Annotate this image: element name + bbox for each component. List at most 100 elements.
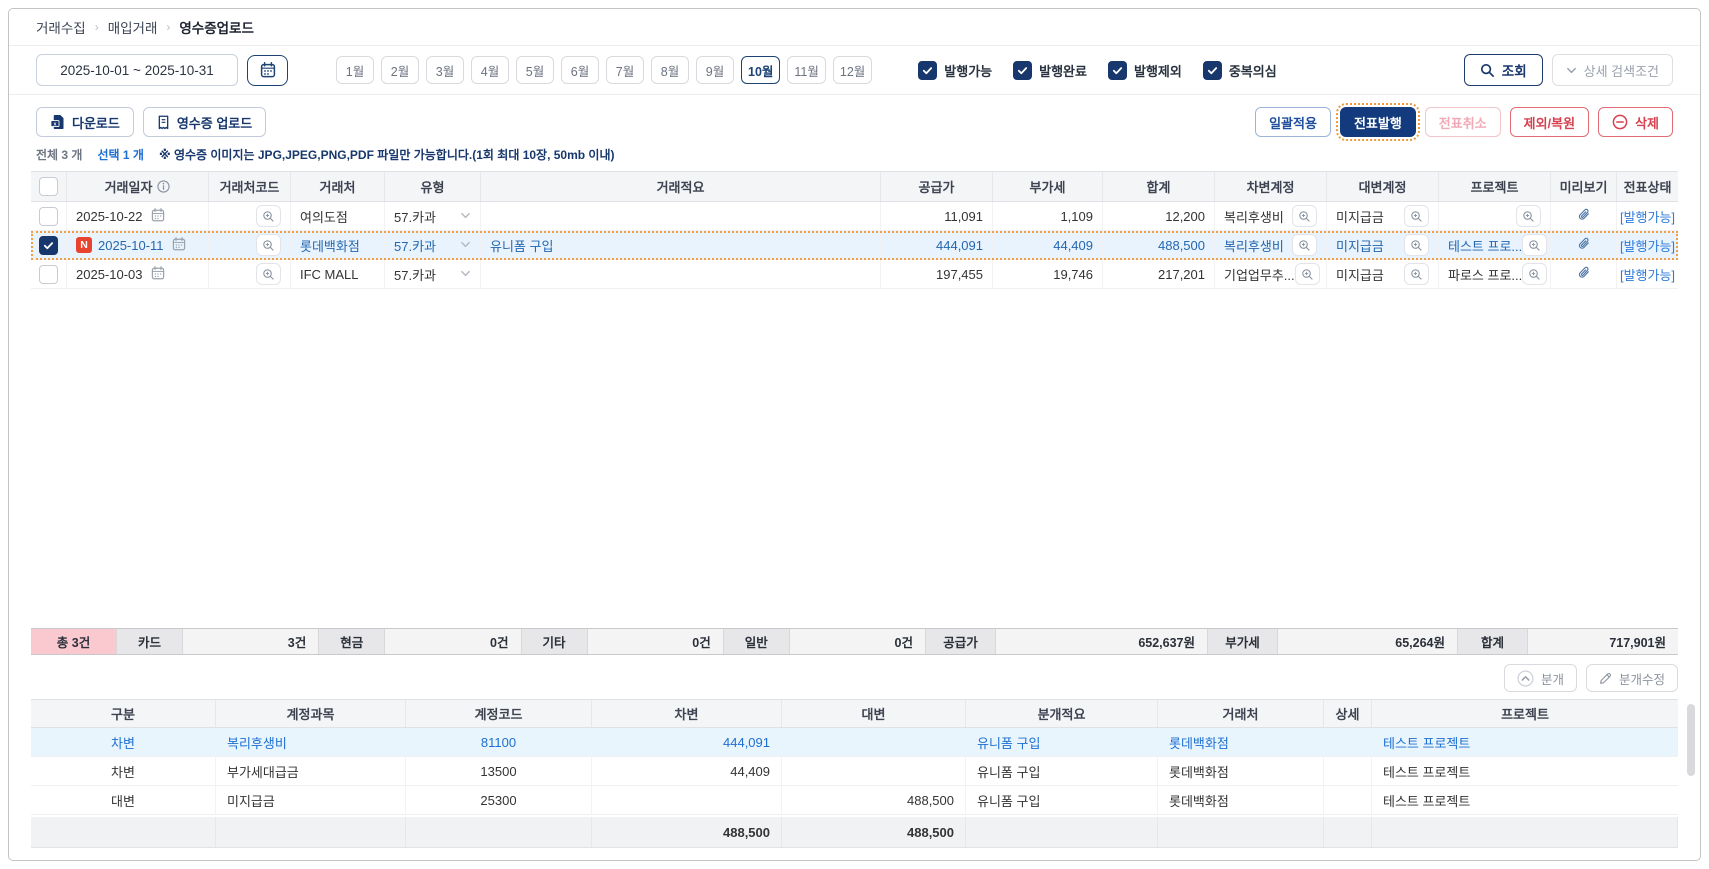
journal-collapse-button[interactable]: 분개 (1504, 664, 1577, 692)
checkbox-icon[interactable] (1203, 61, 1222, 80)
status-filter-발행제외[interactable]: 발행제외 (1108, 61, 1182, 80)
month-button-9월[interactable]: 9월 (696, 56, 734, 84)
select-all-header[interactable] (31, 172, 67, 201)
month-button-10월[interactable]: 10월 (741, 56, 780, 84)
cell-project[interactable]: 파로스 프로... (1439, 260, 1551, 288)
summary-label-카드: 카드 (117, 629, 183, 654)
cell-memo[interactable]: 유니폼 구입 (481, 231, 881, 259)
table-row[interactable]: 2025-10-03 IFC MALL 57.카과 197,455 19,746… (31, 260, 1678, 289)
lookup-button[interactable] (1295, 263, 1320, 285)
cell-credit-account[interactable]: 미지급금 (1327, 202, 1439, 230)
cell-type[interactable]: 57.카과 (385, 260, 481, 288)
breadcrumb-item[interactable]: 거래수집 (36, 17, 86, 37)
checkbox-icon[interactable] (1013, 61, 1032, 80)
cell-vendor-code[interactable] (209, 260, 291, 288)
row-checkbox[interactable] (39, 265, 58, 284)
lookup-button[interactable] (1516, 205, 1541, 227)
cell-debit-account[interactable]: 복리후생비 (1215, 231, 1327, 259)
month-button-4월[interactable]: 4월 (471, 56, 509, 84)
month-button-1월[interactable]: 1월 (336, 56, 374, 84)
journal-table-header: 구분계정과목계정코드차변대변분개적요거래처상세프로젝트 (31, 699, 1678, 728)
cell-date[interactable]: 2025-10-03 (67, 260, 209, 288)
month-button-8월[interactable]: 8월 (651, 56, 689, 84)
row-checkbox[interactable] (39, 207, 58, 226)
journal-row[interactable]: 차변 복리후생비 81100 444,091 유니폼 구입 롯데백화점 테스트 … (31, 728, 1678, 757)
month-button-12월[interactable]: 12월 (833, 56, 872, 84)
cell-type[interactable]: 57.카과 (385, 202, 481, 230)
transaction-table: 거래일자거래처코드거래처유형거래적요공급가부가세합계차변계정대변계정프로젝트미리… (31, 171, 1678, 628)
delete-button[interactable]: 삭제 (1598, 107, 1673, 137)
month-button-2월[interactable]: 2월 (381, 56, 419, 84)
search-button[interactable]: 조회 (1464, 54, 1543, 86)
cell-vendor[interactable]: IFC MALL (291, 260, 385, 288)
month-button-5월[interactable]: 5월 (516, 56, 554, 84)
cell-date[interactable]: 2025-10-22 (67, 202, 209, 230)
lookup-button[interactable] (1522, 234, 1547, 256)
journal-header-계정과목: 계정과목 (216, 700, 406, 727)
row-select-cell[interactable] (31, 260, 67, 288)
cell-preview[interactable] (1551, 231, 1617, 259)
cell-vendor[interactable]: 롯데백화점 (291, 231, 385, 259)
lookup-button[interactable] (1522, 263, 1547, 285)
month-button-7월[interactable]: 7월 (606, 56, 644, 84)
cell-vendor-code[interactable] (209, 231, 291, 259)
date-range-input[interactable] (36, 54, 238, 86)
month-button-3월[interactable]: 3월 (426, 56, 464, 84)
summary-label-부가세: 부가세 (1208, 629, 1278, 654)
cell-vendor-code[interactable] (209, 202, 291, 230)
exclude-restore-button[interactable]: 제외/복원 (1510, 107, 1589, 137)
breadcrumb-item[interactable]: 매입거래 (108, 17, 158, 37)
journal-row[interactable]: 대변 미지급금 25300 488,500 유니폼 구입 롯데백화점 테스트 프… (31, 786, 1678, 815)
status-value: [발행가능] (1620, 265, 1675, 284)
checkbox-icon[interactable] (1108, 61, 1127, 80)
status-filter-발행가능[interactable]: 발행가능 (918, 61, 992, 80)
cell-preview[interactable] (1551, 202, 1617, 230)
lookup-button[interactable] (1404, 205, 1429, 227)
cell-status[interactable]: [발행가능] (1617, 260, 1678, 288)
journal-edit-button[interactable]: 분개수정 (1586, 664, 1678, 692)
batch-apply-button[interactable]: 일괄적용 (1255, 107, 1331, 137)
status-filter-중복의심[interactable]: 중복의심 (1203, 61, 1277, 80)
month-button-11월[interactable]: 11월 (787, 56, 825, 84)
cell-date[interactable]: N 2025-10-11 (67, 231, 209, 259)
cell-credit-account[interactable]: 미지급금 (1327, 260, 1439, 288)
cell-type[interactable]: 57.카과 (385, 231, 481, 259)
cell-memo[interactable] (481, 202, 881, 230)
select-all-checkbox[interactable] (39, 177, 58, 196)
cell-memo[interactable] (481, 260, 881, 288)
lookup-button[interactable] (1292, 205, 1317, 227)
cell-debit-account[interactable]: 기업업무추... (1215, 260, 1327, 288)
scrollbar-thumb[interactable] (1687, 704, 1695, 776)
cell-debit-account[interactable]: 복리후생비 (1215, 202, 1327, 230)
cell-project[interactable]: 테스트 프로... (1439, 231, 1551, 259)
table-row[interactable]: N 2025-10-11 롯데백화점 57.카과 유니폼 구입 444,091 … (31, 231, 1678, 260)
cell-credit-account[interactable]: 미지급금 (1327, 231, 1439, 259)
table-row[interactable]: 2025-10-22 여의도점 57.카과 11,091 1,109 12,20… (31, 202, 1678, 231)
row-checkbox[interactable] (39, 236, 58, 255)
journal-cell-code: 25300 (406, 786, 592, 814)
lookup-button[interactable] (1292, 234, 1317, 256)
cell-project[interactable] (1439, 202, 1551, 230)
journal-scrollbar[interactable] (1687, 682, 1695, 832)
row-select-cell[interactable] (31, 202, 67, 230)
advanced-search-button[interactable]: 상세 검색조건 (1552, 54, 1673, 86)
checkbox-icon[interactable] (918, 61, 937, 80)
lookup-button[interactable] (256, 263, 281, 285)
lookup-button[interactable] (1404, 263, 1429, 285)
journal-row[interactable]: 차변 부가세대급금 13500 44,409 유니폼 구입 롯데백화점 테스트 … (31, 757, 1678, 786)
month-button-6월[interactable]: 6월 (561, 56, 599, 84)
receipt-upload-button[interactable]: 영수증 업로드 (143, 107, 266, 137)
lookup-button[interactable] (256, 234, 281, 256)
download-button[interactable]: x 다운로드 (36, 107, 134, 137)
lookup-button[interactable] (1404, 234, 1429, 256)
cell-preview[interactable] (1551, 260, 1617, 288)
row-select-cell[interactable] (31, 231, 67, 259)
lookup-button[interactable] (256, 205, 281, 227)
cell-status[interactable]: [발행가능] (1617, 231, 1678, 259)
calendar-button[interactable] (247, 55, 288, 86)
cell-status[interactable]: [발행가능] (1617, 202, 1678, 230)
cell-vendor[interactable]: 여의도점 (291, 202, 385, 230)
issue-voucher-button[interactable]: 전표발행 (1340, 107, 1416, 137)
cancel-voucher-button[interactable]: 전표취소 (1425, 107, 1501, 137)
status-filter-발행완료[interactable]: 발행완료 (1013, 61, 1087, 80)
